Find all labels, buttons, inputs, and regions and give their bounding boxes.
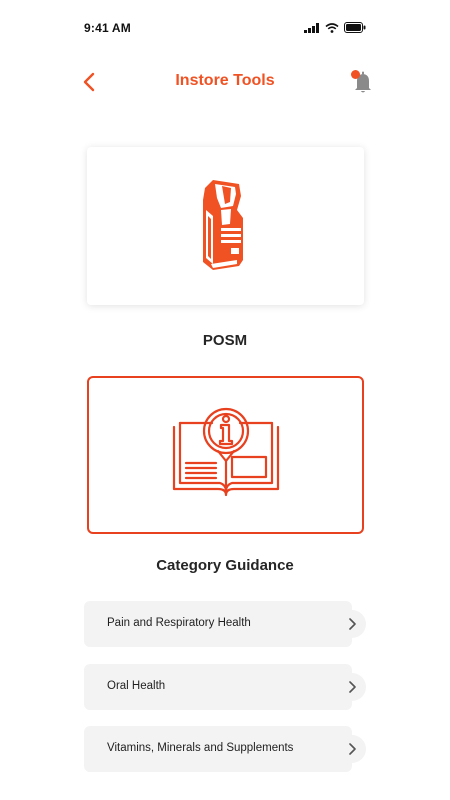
list-item-label: Pain and Respiratory Health: [107, 617, 251, 629]
page-title: Instore Tools: [175, 72, 275, 89]
list-item-oral-health[interactable]: Oral Health: [84, 664, 366, 710]
list-item-pain-respiratory[interactable]: Pain and Respiratory Health: [84, 601, 366, 647]
signal-icon: [304, 22, 319, 33]
status-bar: 9:41 AM: [0, 0, 450, 56]
info-book-icon: [172, 407, 279, 497]
posm-card[interactable]: [87, 147, 364, 305]
notification-dot: [351, 70, 360, 79]
chevron-right-icon: [338, 610, 366, 638]
list-item-vitamins[interactable]: Vitamins, Minerals and Supplements: [84, 726, 366, 772]
chevron-right-icon: [338, 735, 366, 763]
status-icons: [304, 22, 366, 33]
chevron-right-icon: [338, 673, 366, 701]
notifications-button[interactable]: [348, 66, 376, 96]
category-guidance-label: Category Guidance: [156, 557, 294, 574]
list-item-label: Vitamins, Minerals and Supplements: [107, 742, 294, 754]
status-time: 9:41 AM: [84, 21, 131, 35]
posm-stand-icon: [202, 180, 243, 270]
category-guidance-card[interactable]: [87, 376, 364, 534]
posm-label: POSM: [202, 332, 248, 349]
list-item-label: Oral Health: [107, 680, 166, 692]
wifi-icon: [325, 22, 339, 33]
battery-icon: [344, 22, 366, 33]
nav-bar: Instore Tools: [0, 60, 450, 104]
